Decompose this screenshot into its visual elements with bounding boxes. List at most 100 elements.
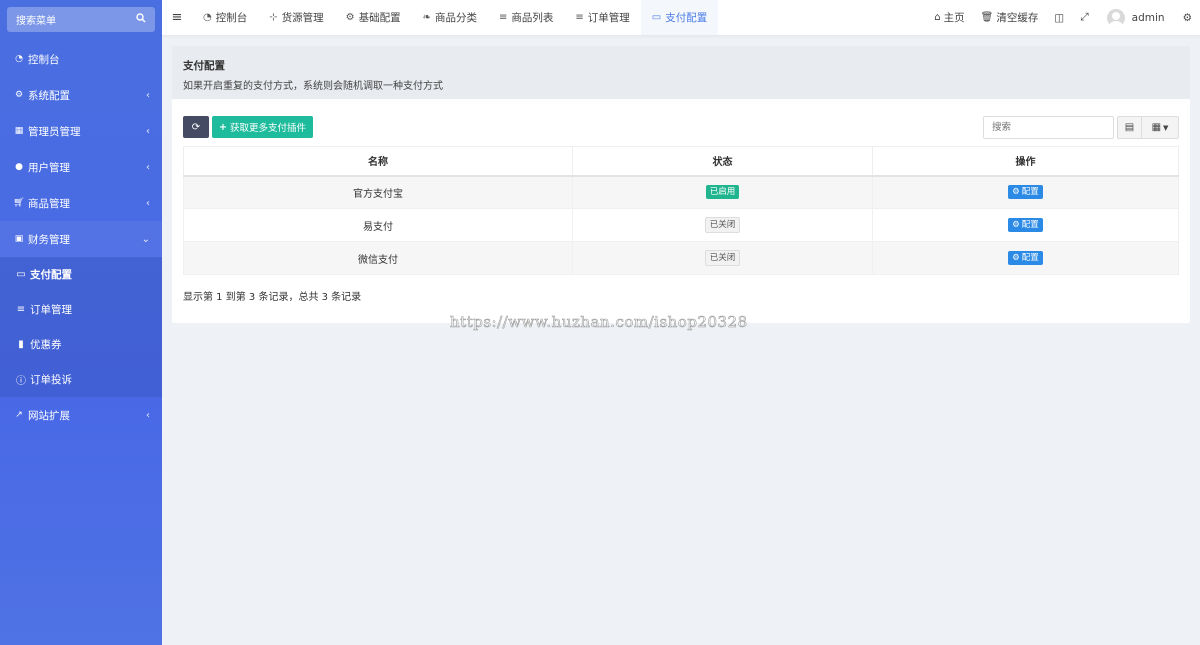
config-label: 配置 bbox=[1021, 253, 1039, 263]
sidebar-subitem-order-complaints[interactable]: ⓘ 订单投诉 bbox=[0, 362, 162, 397]
user-menu[interactable]: admin bbox=[1097, 0, 1175, 35]
sidebar-subitem-coupons[interactable]: ▮ 优惠券 bbox=[0, 327, 162, 362]
external-link-icon: ↗ bbox=[15, 410, 23, 420]
table-row: 微信支付 已关闭 ⚙ 配置 bbox=[183, 241, 1179, 275]
config-button[interactable]: ⚙ 配置 bbox=[1008, 251, 1043, 265]
sidebar-item-dashboard[interactable]: ◔ 控制台 bbox=[0, 41, 162, 77]
sidebar-item-admin-manage[interactable]: ▦ 管理员管理 ‹ bbox=[0, 113, 162, 149]
payment-methods-table: 名称 状态 操作 官方支付宝 已启用 ⚙ 配置 易支付 已关闭 ⚙ 配置 微信支付 … bbox=[183, 146, 1179, 275]
cart-icon: 🛒︎ bbox=[13, 198, 25, 208]
table-row: 官方支付宝 已启用 ⚙ 配置 bbox=[183, 175, 1179, 209]
cogs-icon: ⚙ bbox=[14, 90, 24, 100]
gear-icon: ⚙ bbox=[1012, 253, 1020, 263]
plus-icon: + bbox=[219, 121, 227, 133]
grid-icon: ▦ bbox=[1151, 122, 1162, 133]
tab-label: 商品列表 bbox=[511, 12, 554, 24]
tab-product-list[interactable]: ≡ 商品列表 bbox=[488, 0, 564, 35]
home-link[interactable]: ⌂ 主页 bbox=[926, 0, 972, 35]
column-header-actions[interactable]: 操作 bbox=[872, 146, 1179, 177]
action-cell: ⚙ 配置 bbox=[872, 208, 1179, 242]
payment-name: 官方支付宝 bbox=[183, 175, 573, 209]
watermark-text: https://www.huzhan.com/ishop20328 bbox=[450, 313, 748, 332]
column-header-name[interactable]: 名称 bbox=[183, 146, 573, 177]
sidebar-subitem-label: 订单投诉 bbox=[30, 374, 72, 386]
view-toggle-group: ▤ ▦ ▼ bbox=[1117, 116, 1179, 139]
search-icon[interactable] bbox=[136, 13, 146, 26]
sidebar: 搜索菜单 ◔ 控制台 ⚙ 系统配置 ‹ ▦ 管理员管理 ‹ ● 用户管理 ‹ 🛒… bbox=[0, 0, 162, 645]
settings-toggle[interactable]: ⚙ bbox=[1175, 0, 1200, 35]
refresh-button[interactable]: ⟳ bbox=[183, 116, 209, 138]
credit-card-icon: ▭ bbox=[16, 269, 26, 280]
sidebar-item-system-config[interactable]: ⚙ 系统配置 ‹ bbox=[0, 77, 162, 113]
sidebar-item-site-extension[interactable]: ↗ 网站扩展 ‹ bbox=[0, 397, 162, 433]
cogs-icon: ⚙ bbox=[1182, 11, 1192, 24]
sidebar-item-label: 网站扩展 bbox=[28, 409, 70, 422]
gear-icon: ⚙ bbox=[345, 12, 355, 23]
trash-icon: 🗑︎ bbox=[980, 12, 994, 23]
tab-dashboard[interactable]: ◔ 控制台 bbox=[192, 0, 258, 35]
card-view-button[interactable]: ▤ bbox=[1117, 116, 1142, 139]
home-label: 主页 bbox=[943, 12, 965, 24]
pagination-info: 显示第 1 到第 3 条记录，总共 3 条记录 bbox=[183, 292, 362, 303]
table-toolbar: ⟳ + 获取更多支付插件 bbox=[183, 116, 313, 138]
tab-payment-config[interactable]: ▭ 支付配置 bbox=[640, 0, 719, 35]
caret-down-icon: ▼ bbox=[1163, 123, 1169, 132]
status-cell: 已启用 bbox=[572, 175, 873, 209]
tab-supply-manage[interactable]: ⊹ 货源管理 bbox=[258, 0, 334, 35]
page-title: 支付配置 bbox=[183, 60, 225, 72]
topbar-right: ⌂ 主页 🗑︎ 清空缓存 ◫ ⤢ admin ⚙ bbox=[926, 0, 1200, 35]
tab-label: 货源管理 bbox=[281, 12, 324, 24]
status-badge[interactable]: 已启用 bbox=[705, 185, 740, 200]
avatar bbox=[1106, 8, 1125, 27]
clear-cache-label: 清空缓存 bbox=[996, 12, 1039, 24]
config-label: 配置 bbox=[1021, 220, 1039, 230]
status-badge[interactable]: 已关闭 bbox=[704, 250, 741, 266]
language-toggle[interactable]: ◫ bbox=[1046, 0, 1072, 35]
tab-order-manage[interactable]: ≡ 订单管理 bbox=[564, 0, 640, 35]
home-icon: ⌂ bbox=[934, 12, 941, 23]
leaf-icon: ❧ bbox=[422, 12, 431, 23]
clear-cache-button[interactable]: 🗑︎ 清空缓存 bbox=[973, 0, 1047, 35]
config-button[interactable]: ⚙ 配置 bbox=[1008, 218, 1043, 232]
chevron-left-icon: ‹ bbox=[146, 409, 150, 421]
info-icon: ⓘ bbox=[16, 376, 26, 387]
sidebar-subitem-label: 优惠券 bbox=[30, 339, 62, 351]
sidebar-subitem-label: 订单管理 bbox=[30, 304, 72, 316]
action-cell: ⚙ 配置 bbox=[872, 175, 1179, 209]
bookmark-icon: ▮ bbox=[18, 339, 24, 350]
config-button[interactable]: ⚙ 配置 bbox=[1008, 185, 1043, 200]
column-header-status[interactable]: 状态 bbox=[572, 146, 873, 177]
sidebar-item-product-manage[interactable]: 🛒︎ 商品管理 ‹ bbox=[0, 185, 162, 221]
finance-submenu: ▭ 支付配置 ≡ 订单管理 ▮ 优惠券 ⓘ 订单投诉 bbox=[0, 257, 162, 397]
status-cell: 已关闭 bbox=[572, 241, 873, 275]
translate-icon: ◫ bbox=[1054, 11, 1065, 24]
sidebar-item-finance-manage[interactable]: ▣ 财务管理 ⌄ bbox=[0, 221, 162, 257]
list-icon: ≡ bbox=[575, 12, 584, 23]
sidebar-search-label: 搜索菜单 bbox=[16, 16, 56, 27]
sidebar-search[interactable]: 搜索菜单 bbox=[7, 7, 155, 32]
sidebar-subitem-payment-config[interactable]: ▭ 支付配置 bbox=[0, 257, 162, 292]
search-input[interactable] bbox=[983, 116, 1114, 139]
chevron-left-icon: ‹ bbox=[146, 161, 150, 173]
sidebar-item-label: 财务管理 bbox=[28, 233, 70, 246]
sitemap-icon: ⊹ bbox=[269, 12, 278, 23]
sidebar-item-user-manage[interactable]: ● 用户管理 ‹ bbox=[0, 149, 162, 185]
sidebar-subitem-order-manage[interactable]: ≡ 订单管理 bbox=[0, 292, 162, 327]
status-badge[interactable]: 已关闭 bbox=[704, 217, 741, 233]
chevron-down-icon: ⌄ bbox=[141, 233, 150, 245]
card-view-icon: ▤ bbox=[1124, 122, 1135, 133]
get-more-plugins-button[interactable]: + 获取更多支付插件 bbox=[212, 116, 313, 138]
menu-toggle-icon[interactable]: ≡ bbox=[162, 10, 192, 25]
fullscreen-toggle[interactable]: ⤢ bbox=[1072, 0, 1096, 35]
columns-dropdown-button[interactable]: ▦ ▼ bbox=[1142, 116, 1179, 139]
tab-product-category[interactable]: ❧ 商品分类 bbox=[412, 0, 488, 35]
finance-icon: ▣ bbox=[14, 234, 24, 244]
topbar: ≡ ◔ 控制台 ⊹ 货源管理 ⚙ 基础配置 ❧ 商品分类 ≡ 商品列表 ≡ 订单… bbox=[162, 0, 1200, 36]
tab-bar: ◔ 控制台 ⊹ 货源管理 ⚙ 基础配置 ❧ 商品分类 ≡ 商品列表 ≡ 订单管理… bbox=[192, 0, 719, 35]
username: admin bbox=[1131, 11, 1165, 24]
panel-header: 支付配置 如果开启重复的支付方式，系统则会随机调取一种支付方式 bbox=[172, 46, 1190, 99]
dashboard-icon: ◔ bbox=[15, 54, 23, 64]
page-description: 如果开启重复的支付方式，系统则会随机调取一种支付方式 bbox=[183, 81, 443, 92]
tab-basic-config[interactable]: ⚙ 基础配置 bbox=[335, 0, 412, 35]
refresh-icon: ⟳ bbox=[191, 121, 201, 133]
